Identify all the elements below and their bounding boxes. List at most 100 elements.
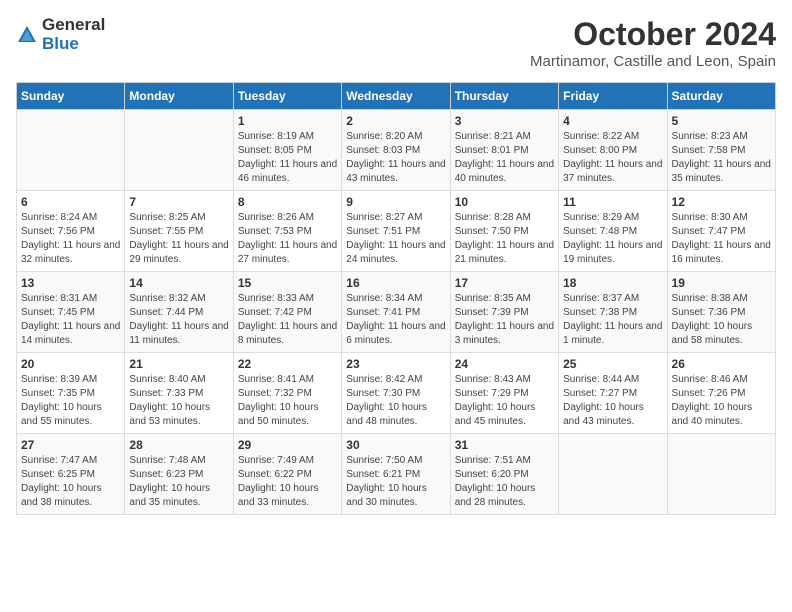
main-title: October 2024 (530, 16, 776, 53)
cell-content: Sunrise: 8:38 AM Sunset: 7:36 PM Dayligh… (672, 292, 771, 348)
day-number: 19 (672, 276, 771, 290)
calendar-cell (667, 434, 775, 515)
calendar-cell: 6 Sunrise: 8:24 AM Sunset: 7:56 PM Daylig… (17, 191, 125, 272)
cell-content: Sunrise: 8:29 AM Sunset: 7:48 PM Dayligh… (563, 211, 662, 267)
calendar-cell: 13 Sunrise: 8:31 AM Sunset: 7:45 PM Dayli… (17, 272, 125, 353)
calendar-cell: 20 Sunrise: 8:39 AM Sunset: 7:35 PM Dayli… (17, 353, 125, 434)
calendar-cell: 26Sunrise: 8:46 AM Sunset: 7:26 PM Dayli… (667, 353, 775, 434)
day-number: 7 (129, 195, 228, 209)
cell-content: Sunrise: 8:22 AM Sunset: 8:00 PM Dayligh… (563, 130, 662, 186)
calendar-cell: 29 Sunrise: 7:49 AM Sunset: 6:22 PM Dayli… (233, 434, 341, 515)
calendar-cell: 8 Sunrise: 8:26 AM Sunset: 7:53 PM Daylig… (233, 191, 341, 272)
calendar-week-4: 20 Sunrise: 8:39 AM Sunset: 7:35 PM Dayli… (17, 353, 776, 434)
day-number: 22 (238, 357, 337, 371)
calendar-header-row: SundayMondayTuesdayWednesdayThursdayFrid… (17, 83, 776, 110)
logo-blue: Blue (42, 35, 105, 54)
cell-content: Sunrise: 8:27 AM Sunset: 7:51 PM Dayligh… (346, 211, 445, 267)
day-number: 4 (563, 114, 662, 128)
col-header-monday: Monday (125, 83, 233, 110)
cell-content: Sunrise: 8:21 AM Sunset: 8:01 PM Dayligh… (455, 130, 554, 186)
cell-content: Sunrise: 8:25 AM Sunset: 7:55 PM Dayligh… (129, 211, 228, 267)
day-number: 20 (21, 357, 120, 371)
day-number: 28 (129, 438, 228, 452)
calendar-cell: 14Sunrise: 8:32 AM Sunset: 7:44 PM Dayli… (125, 272, 233, 353)
calendar-cell: 31Sunrise: 7:51 AM Sunset: 6:20 PM Dayli… (450, 434, 558, 515)
calendar-cell: 23Sunrise: 8:42 AM Sunset: 7:30 PM Dayli… (342, 353, 450, 434)
day-number: 24 (455, 357, 554, 371)
calendar-cell: 30 Sunrise: 7:50 AM Sunset: 6:21 PM Dayli… (342, 434, 450, 515)
day-number: 31 (455, 438, 554, 452)
day-number: 9 (346, 195, 445, 209)
day-number: 14 (129, 276, 228, 290)
cell-content: Sunrise: 8:26 AM Sunset: 7:53 PM Dayligh… (238, 211, 337, 267)
cell-content: Sunrise: 8:24 AM Sunset: 7:56 PM Dayligh… (21, 211, 120, 267)
col-header-sunday: Sunday (17, 83, 125, 110)
calendar-cell: 21 Sunrise: 8:40 AM Sunset: 7:33 PM Dayli… (125, 353, 233, 434)
cell-content: Sunrise: 8:23 AM Sunset: 7:58 PM Dayligh… (672, 130, 771, 186)
subtitle: Martinamor, Castille and Leon, Spain (530, 53, 776, 70)
day-number: 3 (455, 114, 554, 128)
calendar-cell: 25 Sunrise: 8:44 AM Sunset: 7:27 PM Dayli… (559, 353, 667, 434)
calendar-week-3: 13 Sunrise: 8:31 AM Sunset: 7:45 PM Dayli… (17, 272, 776, 353)
logo: General Blue (16, 16, 105, 53)
calendar-cell: 24 Sunrise: 8:43 AM Sunset: 7:29 PM Dayli… (450, 353, 558, 434)
day-number: 2 (346, 114, 445, 128)
calendar-cell: 10 Sunrise: 8:28 AM Sunset: 7:50 PM Dayli… (450, 191, 558, 272)
col-header-thursday: Thursday (450, 83, 558, 110)
calendar-cell: 4 Sunrise: 8:22 AM Sunset: 8:00 PM Daylig… (559, 110, 667, 191)
day-number: 11 (563, 195, 662, 209)
day-number: 8 (238, 195, 337, 209)
day-number: 30 (346, 438, 445, 452)
title-block: October 2024 Martinamor, Castille and Le… (530, 16, 776, 70)
day-number: 27 (21, 438, 120, 452)
calendar-week-2: 6 Sunrise: 8:24 AM Sunset: 7:56 PM Daylig… (17, 191, 776, 272)
cell-content: Sunrise: 8:30 AM Sunset: 7:47 PM Dayligh… (672, 211, 771, 267)
calendar-cell (559, 434, 667, 515)
calendar-table: SundayMondayTuesdayWednesdayThursdayFrid… (16, 82, 776, 515)
cell-content: Sunrise: 8:34 AM Sunset: 7:41 PM Dayligh… (346, 292, 445, 348)
cell-content: Sunrise: 8:39 AM Sunset: 7:35 PM Dayligh… (21, 373, 120, 429)
day-number: 23 (346, 357, 445, 371)
cell-content: Sunrise: 8:20 AM Sunset: 8:03 PM Dayligh… (346, 130, 445, 186)
calendar-cell: 12Sunrise: 8:30 AM Sunset: 7:47 PM Dayli… (667, 191, 775, 272)
day-number: 10 (455, 195, 554, 209)
day-number: 21 (129, 357, 228, 371)
calendar-cell: 17Sunrise: 8:35 AM Sunset: 7:39 PM Dayli… (450, 272, 558, 353)
day-number: 13 (21, 276, 120, 290)
cell-content: Sunrise: 8:19 AM Sunset: 8:05 PM Dayligh… (238, 130, 337, 186)
cell-content: Sunrise: 8:33 AM Sunset: 7:42 PM Dayligh… (238, 292, 337, 348)
calendar-week-5: 27 Sunrise: 7:47 AM Sunset: 6:25 PM Dayli… (17, 434, 776, 515)
day-number: 29 (238, 438, 337, 452)
day-number: 18 (563, 276, 662, 290)
col-header-tuesday: Tuesday (233, 83, 341, 110)
col-header-saturday: Saturday (667, 83, 775, 110)
calendar-cell: 2 Sunrise: 8:20 AM Sunset: 8:03 PM Daylig… (342, 110, 450, 191)
cell-content: Sunrise: 8:31 AM Sunset: 7:45 PM Dayligh… (21, 292, 120, 348)
calendar-cell: 15 Sunrise: 8:33 AM Sunset: 7:42 PM Dayli… (233, 272, 341, 353)
day-number: 6 (21, 195, 120, 209)
col-header-friday: Friday (559, 83, 667, 110)
day-number: 25 (563, 357, 662, 371)
cell-content: Sunrise: 8:40 AM Sunset: 7:33 PM Dayligh… (129, 373, 228, 429)
calendar-cell (17, 110, 125, 191)
cell-content: Sunrise: 8:37 AM Sunset: 7:38 PM Dayligh… (563, 292, 662, 348)
calendar-cell: 18 Sunrise: 8:37 AM Sunset: 7:38 PM Dayli… (559, 272, 667, 353)
calendar-cell: 19 Sunrise: 8:38 AM Sunset: 7:36 PM Dayli… (667, 272, 775, 353)
cell-content: Sunrise: 7:47 AM Sunset: 6:25 PM Dayligh… (21, 454, 120, 510)
calendar-cell: 28 Sunrise: 7:48 AM Sunset: 6:23 PM Dayli… (125, 434, 233, 515)
day-number: 1 (238, 114, 337, 128)
cell-content: Sunrise: 8:46 AM Sunset: 7:26 PM Dayligh… (672, 373, 771, 429)
cell-content: Sunrise: 8:35 AM Sunset: 7:39 PM Dayligh… (455, 292, 554, 348)
cell-content: Sunrise: 8:44 AM Sunset: 7:27 PM Dayligh… (563, 373, 662, 429)
cell-content: Sunrise: 7:48 AM Sunset: 6:23 PM Dayligh… (129, 454, 228, 510)
calendar-cell: 3 Sunrise: 8:21 AM Sunset: 8:01 PM Daylig… (450, 110, 558, 191)
col-header-wednesday: Wednesday (342, 83, 450, 110)
calendar-week-1: 1 Sunrise: 8:19 AM Sunset: 8:05 PM Daylig… (17, 110, 776, 191)
cell-content: Sunrise: 8:28 AM Sunset: 7:50 PM Dayligh… (455, 211, 554, 267)
cell-content: Sunrise: 7:50 AM Sunset: 6:21 PM Dayligh… (346, 454, 445, 510)
calendar-cell: 16 Sunrise: 8:34 AM Sunset: 7:41 PM Dayli… (342, 272, 450, 353)
cell-content: Sunrise: 8:43 AM Sunset: 7:29 PM Dayligh… (455, 373, 554, 429)
cell-content: Sunrise: 7:49 AM Sunset: 6:22 PM Dayligh… (238, 454, 337, 510)
day-number: 15 (238, 276, 337, 290)
day-number: 16 (346, 276, 445, 290)
